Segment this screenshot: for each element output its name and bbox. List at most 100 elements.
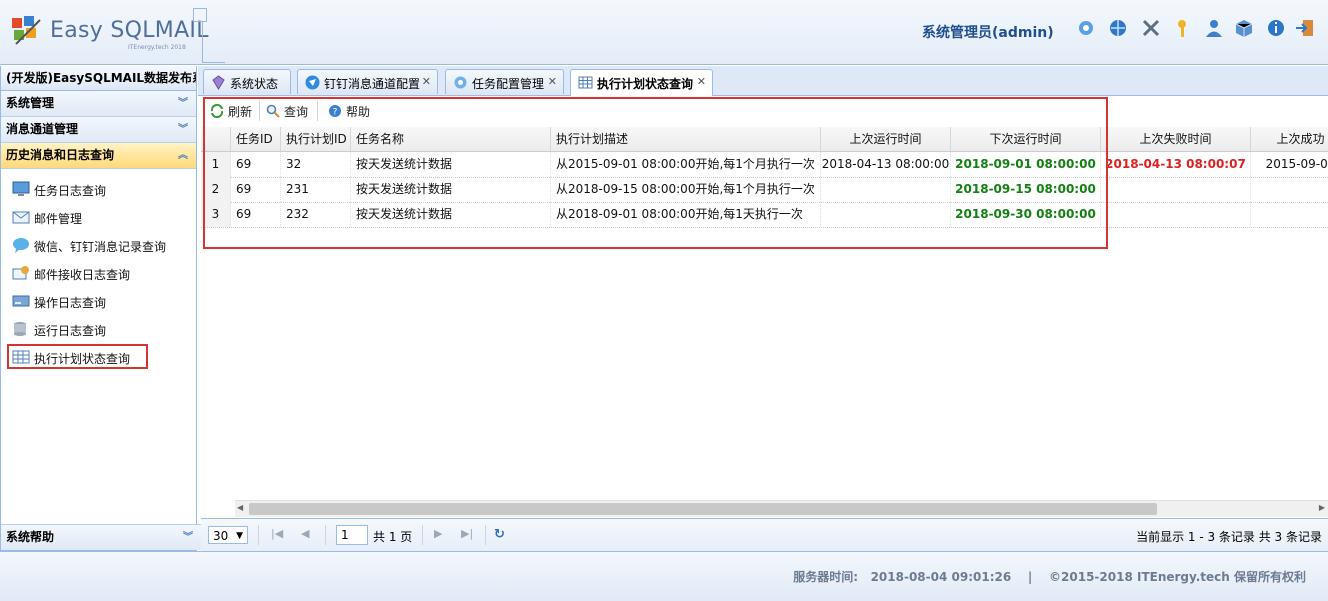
- sidebar-title: (开发版)EasySQLMAIL数据发布系: [1, 66, 196, 91]
- logo-frame-line: [202, 22, 225, 63]
- logout-icon[interactable]: [1295, 18, 1315, 38]
- cell-next-run: 2018-09-15 08:00:00: [951, 177, 1101, 202]
- tab-label: 钉钉消息通道配置: [324, 77, 421, 91]
- cell-last-run: [821, 202, 951, 227]
- close-icon[interactable]: ✕: [422, 75, 431, 88]
- prev-page-icon[interactable]: ◀: [301, 527, 309, 540]
- sidebar-item-label: 执行计划状态查询: [34, 352, 131, 366]
- sidebar-item-plan-status[interactable]: 执行计划状态查询: [1, 343, 196, 371]
- scroll-left-arrow-icon[interactable]: ◀: [237, 503, 243, 512]
- table-row[interactable]: 1 69 32 按天发送统计数据 从2015-09-01 08:00:00开始,…: [201, 152, 1328, 178]
- table-icon: [12, 350, 30, 364]
- column-header-last-success[interactable]: 上次成功: [1251, 127, 1328, 151]
- sidebar-section-history-logs[interactable]: 历史消息和日志查询 ︽: [1, 143, 196, 169]
- sidebar-section-system-management[interactable]: 系统管理 ︾: [1, 91, 196, 117]
- reload-icon[interactable]: ↻: [494, 527, 505, 542]
- monitor-icon: [12, 181, 30, 196]
- row-number: 2: [201, 177, 231, 202]
- search-icon: [266, 104, 280, 118]
- page-size-value: 30: [213, 529, 229, 543]
- info-icon[interactable]: [1266, 18, 1286, 38]
- cell-task-name: 按天发送统计数据: [351, 177, 551, 202]
- globe-icon[interactable]: [1108, 18, 1128, 38]
- sidebar-item-mail-receive-log[interactable]: 邮件接收日志查询: [1, 259, 196, 287]
- expand-chevron-icon[interactable]: ︾: [178, 91, 188, 116]
- logo-frame: [193, 8, 207, 22]
- column-header-next-run[interactable]: 下次运行时间: [951, 127, 1101, 151]
- cell-task-name: 按天发送统计数据: [351, 152, 551, 177]
- column-header-task-id[interactable]: 任务ID: [231, 127, 281, 151]
- close-icon[interactable]: ✕: [697, 75, 706, 88]
- drive-icon: [12, 295, 30, 307]
- horizontal-scrollbar[interactable]: ◀ ▶: [235, 500, 1328, 517]
- section-label: 消息通道管理: [6, 122, 79, 136]
- tab-task-config[interactable]: 任务配置管理 ✕: [445, 69, 564, 94]
- tab-label: 任务配置管理: [472, 77, 545, 91]
- row-number: 3: [201, 202, 231, 227]
- last-page-icon[interactable]: ▶|: [461, 527, 473, 540]
- next-page-icon[interactable]: ▶: [434, 527, 442, 540]
- refresh-label: 刷新: [228, 105, 253, 119]
- grid-toolbar: 刷新 查询 ? 帮助: [201, 96, 1328, 126]
- footer-text: 服务器时间: 2018-08-04 09:01:26 | ©2015-2018 …: [793, 570, 1306, 584]
- tab-label: 系统状态: [230, 77, 279, 91]
- chat-bubble-icon: [13, 238, 29, 253]
- sidebar-section-message-channel[interactable]: 消息通道管理 ︾: [1, 117, 196, 143]
- page-size-select[interactable]: 30 ▼: [208, 526, 248, 544]
- toolbar-separator: [317, 101, 318, 121]
- dropdown-arrow-icon: ▼: [236, 531, 243, 541]
- current-user-label: 系统管理员(admin): [922, 25, 1054, 41]
- sidebar-item-mail-management[interactable]: 邮件管理: [1, 203, 196, 231]
- keys-icon[interactable]: [1174, 18, 1194, 38]
- scroll-right-arrow-icon[interactable]: ▶: [1319, 503, 1325, 512]
- sidebar-item-wechat-dingtalk-log[interactable]: 微信、钉钉消息记录查询: [1, 231, 196, 259]
- query-label: 查询: [284, 105, 309, 119]
- sidebar-item-label: 运行日志查询: [34, 324, 107, 338]
- tab-plan-status[interactable]: 执行计划状态查询 ✕: [570, 69, 713, 96]
- tab-label: 执行计划状态查询: [597, 77, 694, 91]
- scrollbar-thumb[interactable]: [249, 503, 1157, 515]
- settings-gear-icon[interactable]: [1076, 18, 1096, 38]
- cell-last-fail: 2018-04-13 08:00:07: [1101, 152, 1251, 177]
- cell-task-id: 69: [231, 152, 281, 177]
- expand-chevron-icon[interactable]: ︾: [178, 117, 188, 142]
- sidebar-item-run-log[interactable]: 运行日志查询: [1, 315, 196, 343]
- section-label: 系统管理: [6, 96, 55, 110]
- column-header-last-fail[interactable]: 上次失败时间: [1101, 127, 1251, 151]
- cell-task-name: 按天发送统计数据: [351, 202, 551, 227]
- package-icon[interactable]: [1234, 18, 1254, 38]
- column-header-plan-id[interactable]: 执行计划ID: [281, 127, 351, 151]
- sidebar-item-task-log[interactable]: 任务日志查询: [1, 175, 196, 203]
- page-number-input[interactable]: 1: [336, 525, 368, 545]
- first-page-icon[interactable]: |◀: [271, 527, 283, 540]
- sidebar-item-label: 邮件接收日志查询: [34, 268, 131, 282]
- tab-dingtalk-channel-config[interactable]: 钉钉消息通道配置 ✕: [297, 69, 438, 94]
- column-header-task-name[interactable]: 任务名称: [351, 127, 551, 151]
- table-row[interactable]: 2 69 231 按天发送统计数据 从2018-09-15 08:00:00开始…: [201, 177, 1328, 203]
- sidebar-item-operation-log[interactable]: 操作日志查询: [1, 287, 196, 315]
- cell-plan-id: 232: [281, 202, 351, 227]
- sidebar: (开发版)EasySQLMAIL数据发布系 系统管理 ︾ 消息通道管理 ︾ 历史…: [0, 66, 201, 551]
- cell-last-success: [1251, 177, 1328, 202]
- cell-plan-desc: 从2015-09-01 08:00:00开始,每1个月执行一次: [551, 152, 821, 177]
- help-label: 帮助: [346, 105, 371, 119]
- column-header-plan-desc[interactable]: 执行计划描述: [551, 127, 821, 151]
- expand-chevron-icon[interactable]: ︾: [183, 525, 193, 550]
- tools-icon[interactable]: [1141, 18, 1161, 38]
- tab-system-status[interactable]: 系统状态: [203, 69, 291, 94]
- row-number-header: [201, 127, 231, 151]
- collapse-chevron-icon[interactable]: ︽: [178, 143, 188, 168]
- cell-plan-desc: 从2018-09-15 08:00:00开始,每1个月执行一次: [551, 177, 821, 202]
- close-icon[interactable]: ✕: [548, 75, 557, 88]
- gear-icon: [454, 76, 467, 89]
- cell-last-success: 2015-09-02: [1251, 152, 1328, 177]
- sidebar-item-label: 微信、钉钉消息记录查询: [34, 240, 167, 254]
- sidebar-section-help[interactable]: 系统帮助 ︾: [1, 524, 201, 550]
- svg-text:?: ?: [333, 108, 338, 118]
- pager-separator: [258, 525, 259, 545]
- user-icon[interactable]: [1204, 18, 1224, 38]
- table-row[interactable]: 3 69 232 按天发送统计数据 从2018-09-01 08:00:00开始…: [201, 202, 1328, 228]
- column-header-last-run[interactable]: 上次运行时间: [821, 127, 951, 151]
- cell-last-run: 2018-04-13 08:00:00: [821, 152, 951, 177]
- record-info: 当前显示 1 - 3 条记录 共 3 条记录: [1136, 530, 1322, 544]
